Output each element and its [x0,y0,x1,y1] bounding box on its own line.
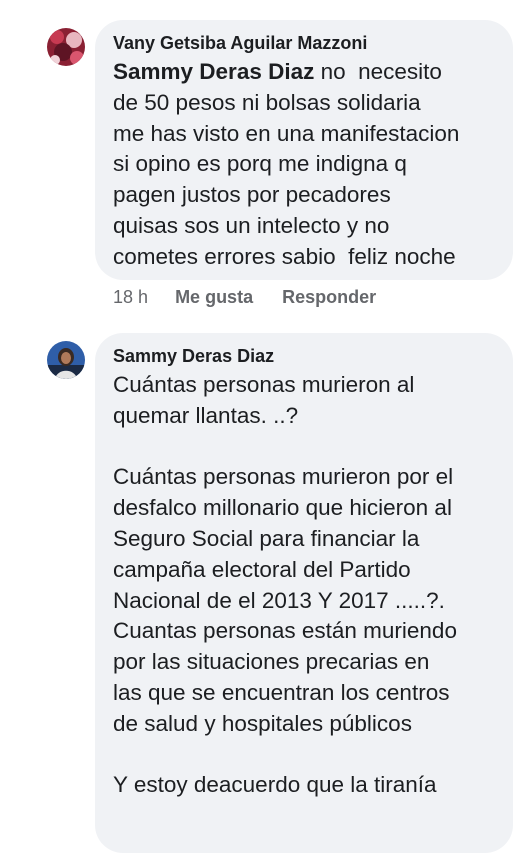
comment-text: Sammy Deras Diaz no necesito de 50 pesos… [113,57,495,273]
comment-author[interactable]: Vany Getsiba Aguilar Mazzoni [113,32,495,54]
comment-message: no necesito de 50 pesos ni bolsas solida… [113,59,460,269]
reply-button[interactable]: Responder [282,287,376,307]
comment-1: Vany Getsiba Aguilar Mazzoni Sammy Deras… [0,0,530,320]
comment-2: Sammy Deras Diaz Cuántas personas murier… [0,320,530,853]
comment-bubble: Vany Getsiba Aguilar Mazzoni Sammy Deras… [95,20,513,280]
comment-actions: 18 h Me gusta Responder [113,286,376,308]
profile-photo-icon [47,341,85,379]
comment-bubble: Sammy Deras Diaz Cuántas personas murier… [95,333,513,853]
comment-timestamp[interactable]: 18 h [113,287,148,307]
mention-link[interactable]: Sammy Deras Diaz [113,59,314,84]
avatar[interactable] [47,341,85,379]
avatar[interactable] [47,28,85,66]
comment-text: Cuántas personas murieron al quemar llan… [113,372,457,798]
like-button[interactable]: Me gusta [175,287,253,307]
comment-author[interactable]: Sammy Deras Diaz [113,345,495,367]
profile-photo-icon [47,28,85,66]
